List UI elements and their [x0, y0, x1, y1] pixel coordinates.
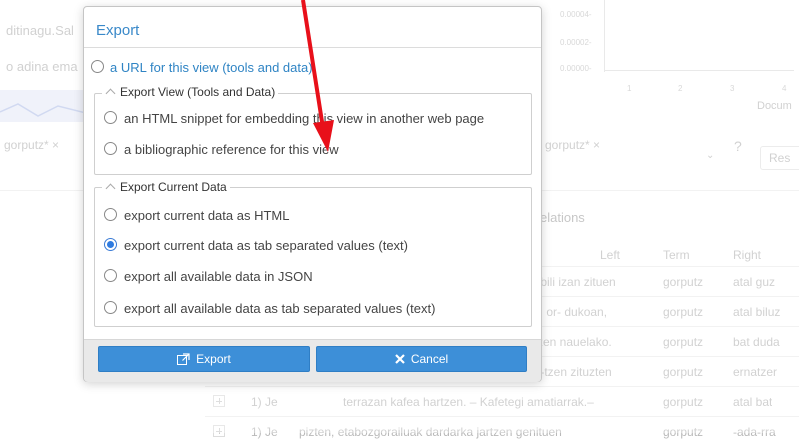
x-icon [395, 354, 405, 364]
export-view-legend-label: Export View (Tools and Data) [120, 85, 276, 99]
html-snippet-label[interactable]: an HTML snippet for embedding this view … [124, 111, 484, 126]
export-dialog: Export a URL for this view (tools and da… [83, 6, 542, 382]
all-json-radio[interactable] [104, 269, 117, 282]
current-tsv-radio[interactable] [104, 238, 117, 251]
all-tsv-label[interactable]: export all available data as tab separat… [124, 301, 435, 316]
export-view-group [94, 93, 532, 175]
url-option-label[interactable]: a URL for this view (tools and data) [110, 60, 313, 75]
bibliographic-reference-label[interactable]: a bibliographic reference for this view [124, 142, 339, 157]
cancel-button-label: Cancel [410, 352, 449, 366]
bibliographic-reference-radio[interactable] [104, 142, 117, 155]
chevron-up-icon[interactable] [105, 183, 116, 194]
all-tsv-radio[interactable] [104, 301, 117, 314]
export-button-label: Export [196, 352, 231, 366]
export-data-legend-label: Export Current Data [120, 180, 227, 194]
export-button[interactable]: Export [98, 346, 310, 372]
url-option-radio[interactable] [91, 60, 104, 73]
all-json-label[interactable]: export all available data in JSON [124, 269, 313, 284]
export-view-legend[interactable]: Export View (Tools and Data) [102, 85, 279, 99]
current-html-radio[interactable] [104, 208, 117, 221]
external-link-icon [177, 353, 190, 365]
cancel-button[interactable]: Cancel [316, 346, 527, 372]
dialog-title: Export [96, 22, 140, 39]
title-divider [84, 47, 541, 48]
current-tsv-label[interactable]: export current data as tab separated val… [124, 238, 408, 253]
current-html-label[interactable]: export current data as HTML [124, 208, 289, 223]
chevron-up-icon[interactable] [105, 88, 116, 99]
dialog-footer: Export Cancel [84, 339, 541, 382]
html-snippet-radio[interactable] [104, 111, 117, 124]
export-data-legend[interactable]: Export Current Data [102, 180, 230, 194]
